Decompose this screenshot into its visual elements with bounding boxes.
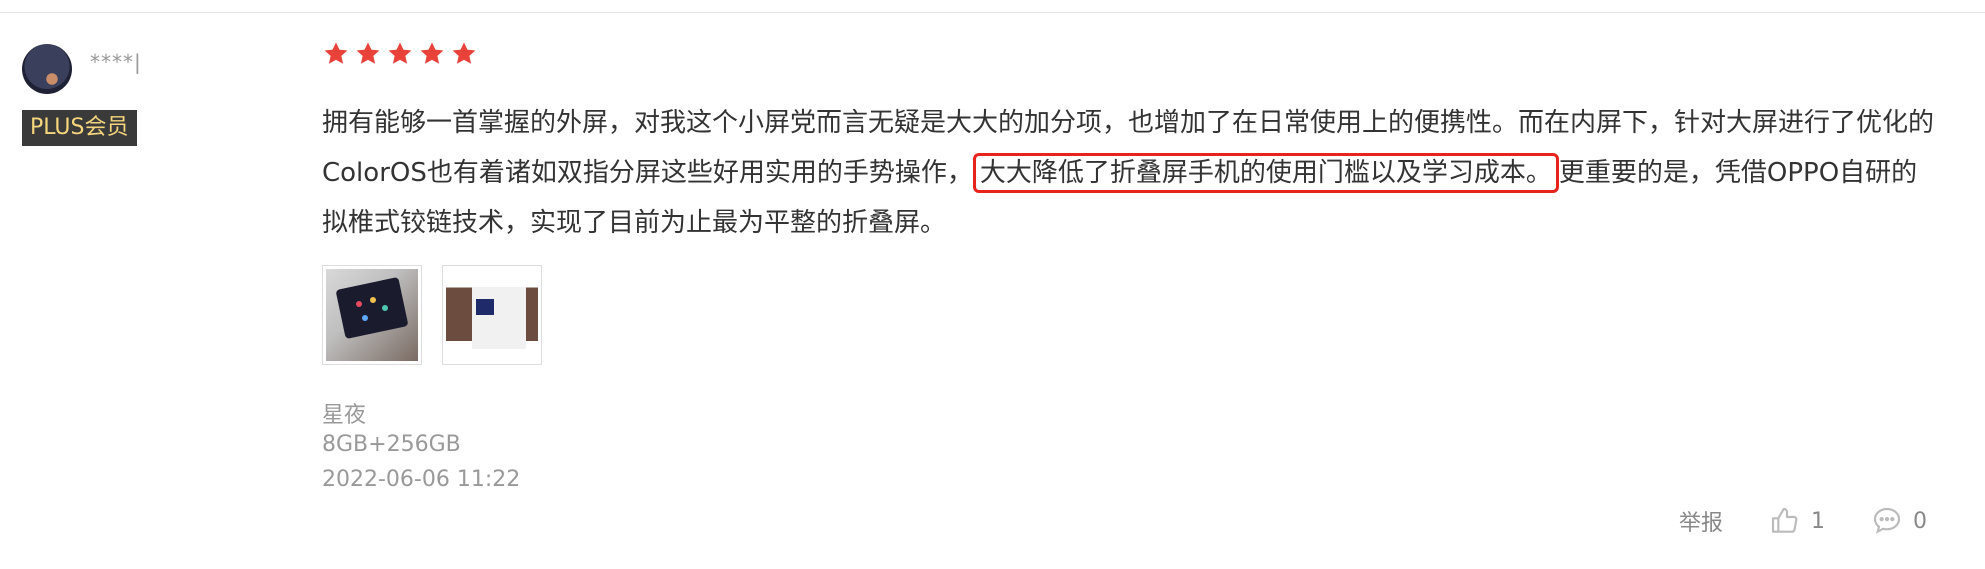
thumbs-up-icon	[1769, 505, 1801, 537]
plus-member-badge: PLUS会员	[22, 110, 137, 146]
star-icon	[420, 42, 444, 64]
product-spec: 8GB+256GB	[322, 432, 461, 457]
review-images	[322, 265, 542, 365]
review-datetime: 2022-06-06 11:22	[322, 467, 521, 492]
report-button[interactable]: 举报	[1679, 505, 1723, 537]
report-label: 举报	[1678, 511, 1723, 536]
product-color: 星夜	[322, 403, 367, 428]
like-count: 1	[1811, 508, 1825, 534]
comment-bubble-icon	[1871, 505, 1903, 537]
avatar[interactable]	[22, 44, 72, 94]
star-icon	[356, 42, 380, 64]
comment-button[interactable]: 0	[1871, 505, 1927, 537]
review-actions: 举报 1 0	[1679, 505, 1927, 537]
photo-foldable-phone-icon	[326, 269, 418, 361]
review-image-thumb[interactable]	[442, 265, 542, 365]
review-text: 拥有能够一首掌握的外屏，对我这个小屏党而言无疑是大大的加分项，也增加了在日常使用…	[322, 98, 1942, 248]
star-icon	[452, 42, 476, 64]
review-highlight: 大大降低了折叠屏手机的使用门槛以及学习成本。	[972, 153, 1559, 193]
star-icon	[388, 42, 412, 64]
top-divider	[0, 12, 1985, 13]
star-icon	[324, 42, 348, 64]
rating-stars	[322, 40, 478, 68]
username: ****|	[90, 50, 142, 74]
comment-count: 0	[1913, 508, 1927, 534]
like-button[interactable]: 1	[1769, 505, 1825, 537]
photo-phone-box-icon	[446, 269, 538, 361]
review-image-thumb[interactable]	[322, 265, 422, 365]
